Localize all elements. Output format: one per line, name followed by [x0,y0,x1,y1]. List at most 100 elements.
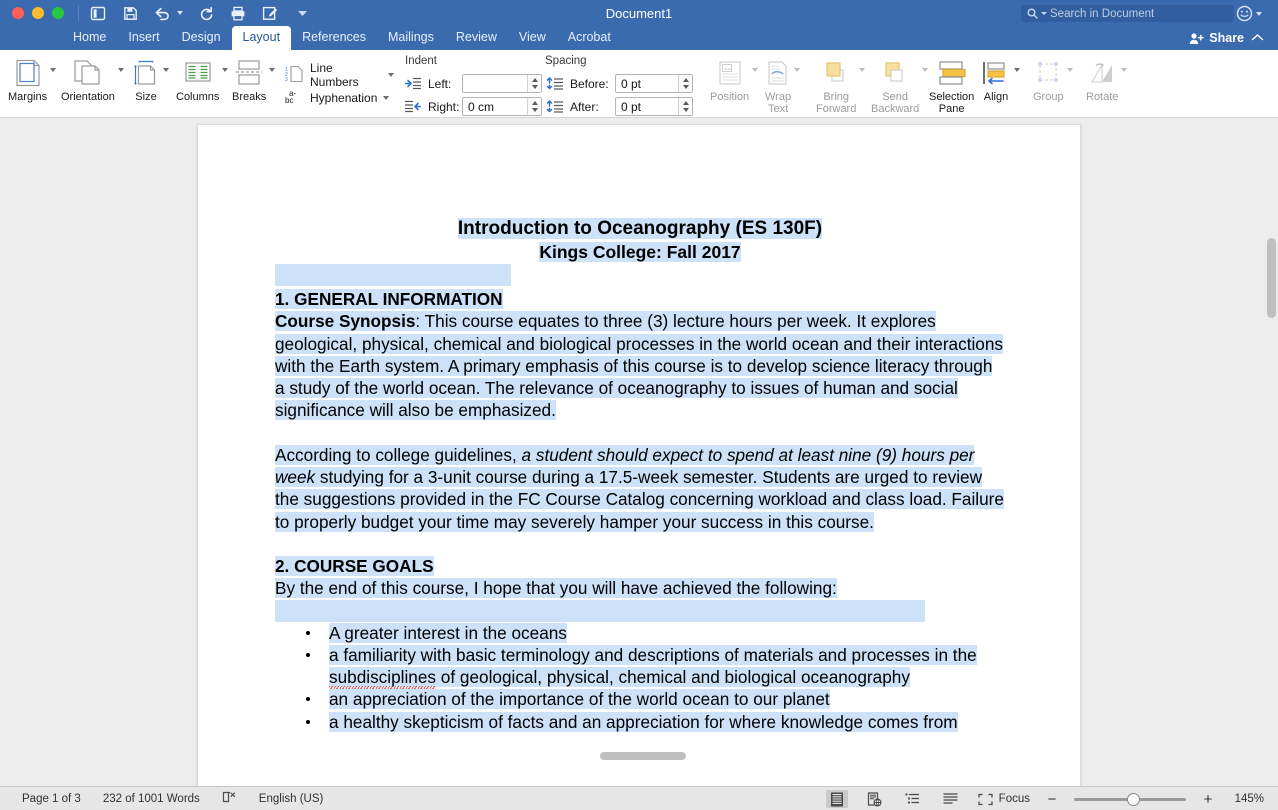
hyphenation-chevron-down-icon[interactable] [383,95,390,100]
tab-acrobat[interactable]: Acrobat [557,26,622,50]
zoom-slider[interactable] [1074,792,1186,806]
zoom-knob[interactable] [1127,792,1140,806]
outline-view-icon[interactable] [902,790,924,808]
send-backward-button[interactable]: Send Backward [871,50,929,115]
misspelled-word[interactable]: subdisciplines [329,667,437,690]
group-button[interactable]: Group [1033,50,1073,103]
group-label: Group [1033,91,1064,103]
spacing-after-stepper[interactable] [678,98,692,115]
zoom-level-label[interactable]: 145% [1230,793,1264,805]
spacing-before-field[interactable]: 0 pt [615,74,693,93]
draft-view-icon[interactable] [940,790,962,808]
hyphenation-button[interactable]: a-bc Hyphenation [285,87,390,108]
minimize-window-button[interactable] [32,7,44,19]
page-count-label[interactable]: Page 1 of 3 [22,793,81,805]
bring-forward-chevron-down-icon[interactable] [859,68,866,72]
document-workspace[interactable]: Introduction to Oceanography (ES 130F) K… [0,118,1278,786]
undo-dropdown-caret-icon[interactable] [177,11,183,15]
maximize-window-button[interactable] [52,7,64,19]
align-button[interactable]: Align [981,50,1020,103]
vertical-scrollbar[interactable] [1267,238,1276,318]
spacing-after-label: After: [570,100,599,114]
tab-design[interactable]: Design [171,26,232,50]
close-window-button[interactable] [12,7,24,19]
margins-button[interactable]: Margins [8,50,57,103]
tab-home[interactable]: Home [62,26,117,50]
hyphenation-icon: a-bc [285,87,304,108]
orientation-button[interactable]: Orientation [61,50,124,103]
sidebar-icon[interactable] [89,4,107,22]
bring-forward-icon [823,56,849,90]
tab-layout[interactable]: Layout [231,26,292,50]
wrap-text-chevron-down-icon[interactable] [794,68,801,72]
tab-insert[interactable]: Insert [117,26,170,50]
undo-icon[interactable] [153,4,171,22]
breaks-button[interactable]: Breaks [232,50,276,103]
indent-left-field[interactable] [462,74,542,93]
web-layout-icon[interactable] [864,790,886,808]
tab-review[interactable]: Review [445,26,508,50]
document-text-body[interactable]: Introduction to Oceanography (ES 130F) K… [275,217,1005,733]
tab-view[interactable]: View [508,26,557,50]
search-input[interactable]: Search in Document [1021,5,1234,22]
print-icon[interactable] [229,4,247,22]
bring-forward-label-line1: Bring [823,91,850,103]
goal-3-text: an appreciation of the importance of the… [329,689,830,710]
margins-label: Margins [8,91,48,103]
bullet-icon [306,630,310,635]
overflow-chevron-down-icon[interactable] [293,4,311,22]
spacing-after-field[interactable]: 0 pt [615,97,693,116]
share-button[interactable]: Share [1189,31,1244,45]
section-2-heading: 2. COURSE GOALS [275,555,434,576]
columns-button[interactable]: Columns [176,50,229,103]
zoom-in-button[interactable]: + [1202,791,1214,808]
indent-right-field[interactable]: 0 cm [462,97,542,116]
rotate-icon [1088,56,1116,90]
orientation-chevron-down-icon[interactable] [117,68,124,72]
bring-forward-button[interactable]: Bring Forward [816,50,866,115]
feedback-button[interactable] [1236,5,1262,22]
position-chevron-down-icon[interactable] [752,68,759,72]
language-label[interactable]: English (US) [259,793,324,805]
size-button[interactable]: Size [132,50,169,103]
document-page[interactable]: Introduction to Oceanography (ES 130F) K… [197,124,1081,786]
tab-mailings[interactable]: Mailings [377,26,445,50]
align-chevron-down-icon[interactable] [1014,68,1020,72]
document-title-line1: Introduction to Oceanography (ES 130F) [457,218,823,239]
share-label: Share [1209,31,1244,45]
spacing-before-stepper[interactable] [678,75,692,92]
line-numbers-chevron-down-icon[interactable] [388,73,394,77]
indent-right-icon [405,100,422,118]
indent-right-label: Right: [428,100,460,114]
breaks-chevron-down-icon[interactable] [269,68,276,72]
indent-right-stepper[interactable] [527,98,541,115]
indent-left-stepper[interactable] [527,75,541,92]
line-numbers-button[interactable]: 123 Line Numbers [285,61,394,89]
word-count-label[interactable]: 232 of 1001 Words [103,793,200,805]
save-icon[interactable] [121,4,139,22]
edit-document-icon[interactable] [261,4,279,22]
rotate-chevron-down-icon[interactable] [1121,68,1128,72]
margins-chevron-down-icon[interactable] [50,68,57,72]
selection-pane-button[interactable]: Selection Pane [929,50,974,115]
columns-chevron-down-icon[interactable] [222,68,229,72]
zoom-out-button[interactable]: − [1046,791,1058,808]
rotate-button[interactable]: Rotate [1086,50,1128,103]
send-backward-label-line1: Send [882,91,908,103]
goal-4-text: a healthy skepticism of facts and an app… [329,711,958,732]
proofing-errors-icon[interactable] [222,790,237,807]
ribbon-group-arrange: Position Wrap Text Bring Forward Send Ba… [705,50,1155,118]
send-backward-chevron-down-icon[interactable] [922,68,929,72]
tab-references[interactable]: References [291,26,377,50]
bring-forward-label-line2: Forward [816,103,857,115]
wrap-text-button[interactable]: Wrap Text [765,50,801,115]
list-item: A greater interest in the oceans [275,622,1005,644]
redo-icon[interactable] [197,4,215,22]
focus-mode-button[interactable]: Focus [978,793,1030,806]
collapse-ribbon-chevron-up-icon[interactable] [1251,29,1264,47]
position-button[interactable]: Position [710,50,759,103]
print-layout-icon[interactable] [825,790,848,808]
group-chevron-down-icon[interactable] [1066,68,1073,72]
size-chevron-down-icon[interactable] [163,68,169,72]
horizontal-scrollbar[interactable] [600,752,686,760]
